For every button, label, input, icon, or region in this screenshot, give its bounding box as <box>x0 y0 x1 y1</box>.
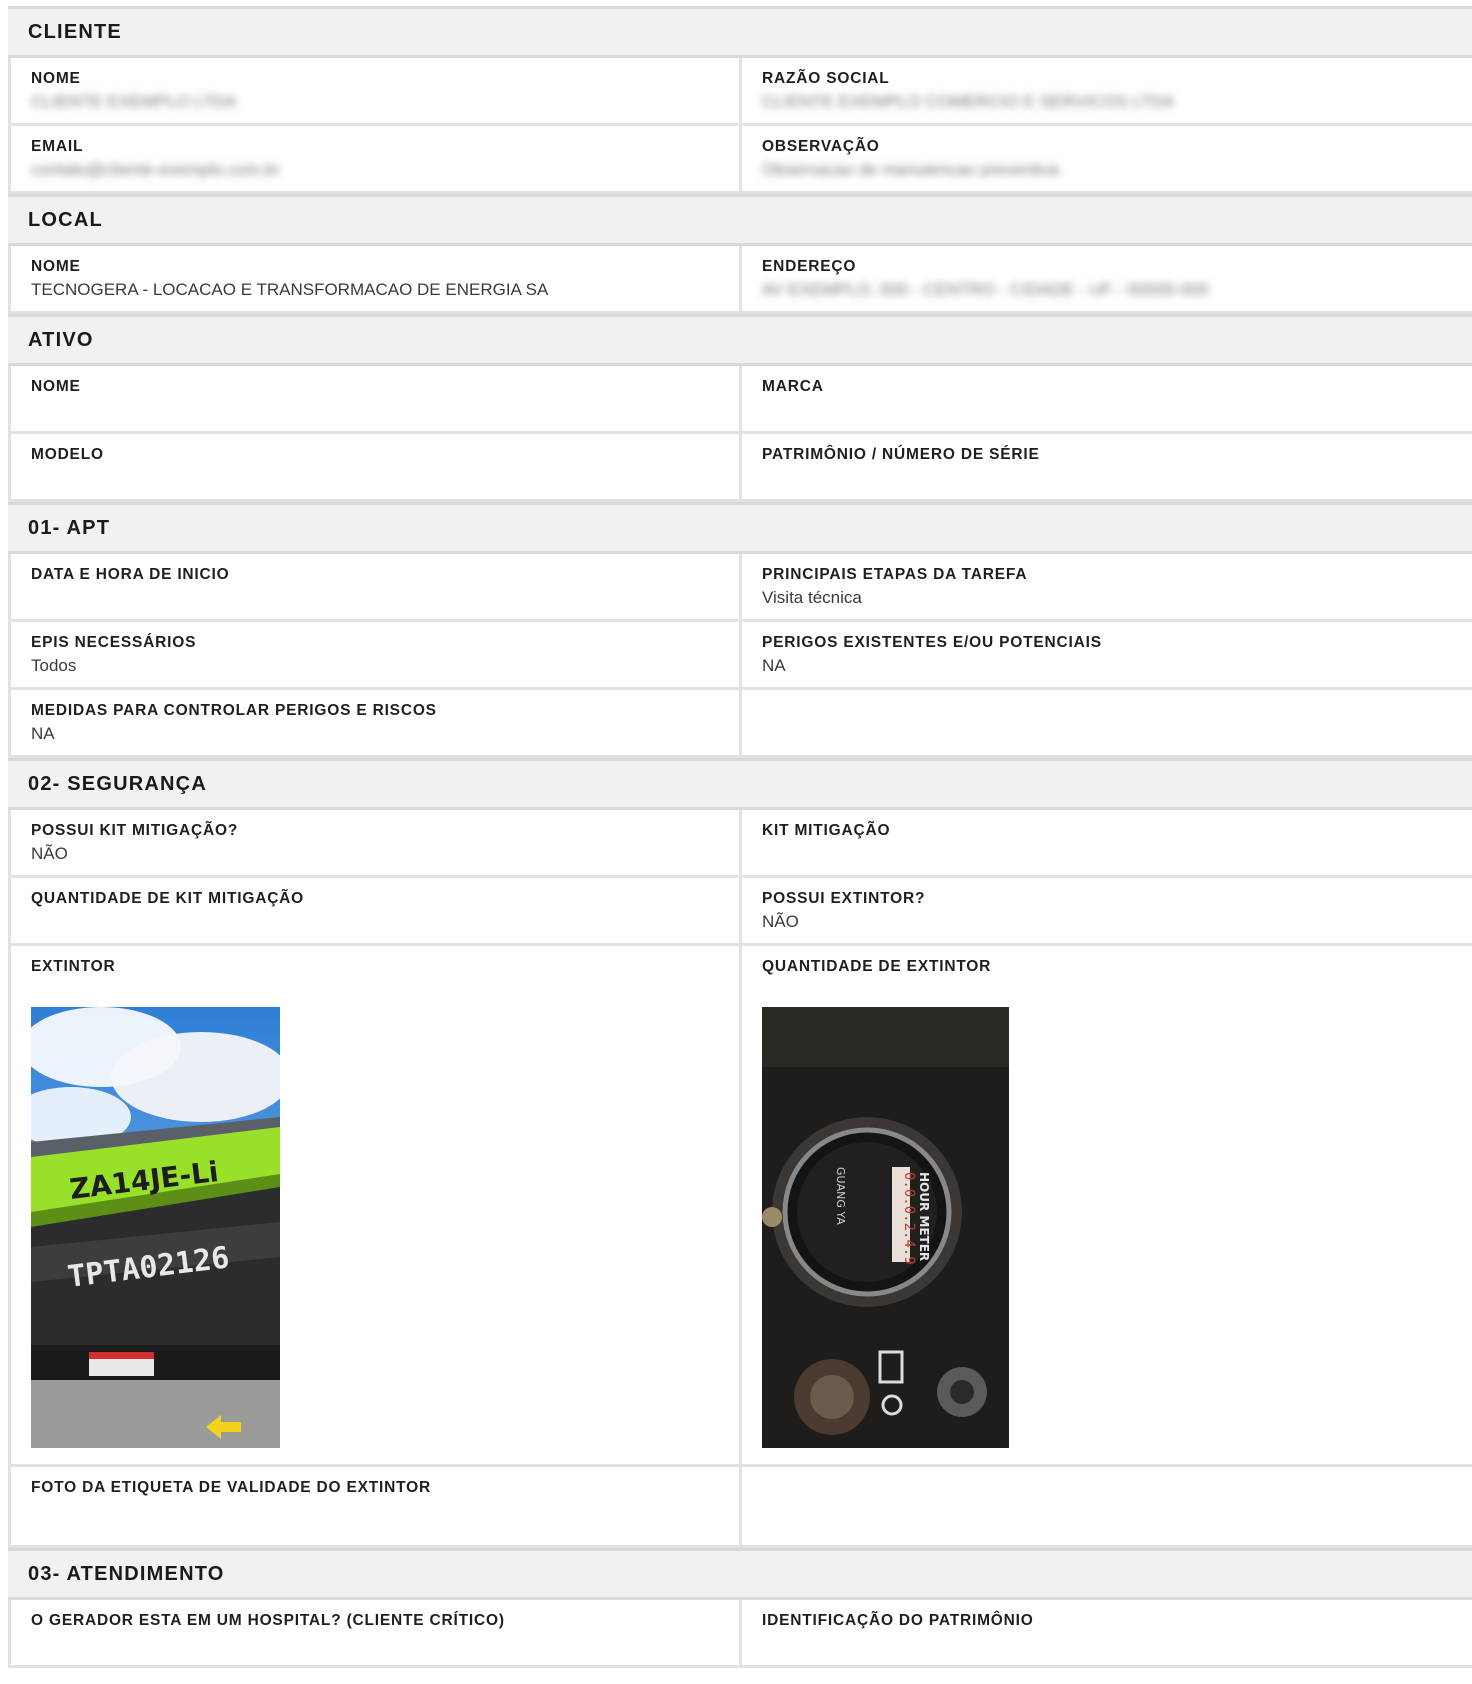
section-header-ativo: ATIVO <box>8 314 1472 366</box>
field-marca: MARCA <box>742 366 1472 431</box>
field-label: PERIGOS EXISTENTES E/OU POTENCIAIS <box>762 634 1102 651</box>
row: NOME CLIENTE EXEMPLO LTDA RAZÃO SOCIAL C… <box>8 58 1472 126</box>
field-label: QUANTIDADE DE KIT MITIGAÇÃO <box>31 890 305 907</box>
section-header-apt: 01- APT <box>8 502 1472 554</box>
report: CLIENTE NOME CLIENTE EXEMPLO LTDA RAZÃO … <box>8 6 1472 1668</box>
field-value: NA <box>762 656 786 675</box>
field-value: NÃO <box>762 912 799 931</box>
field-value: AV EXEMPLO, 000 - CENTRO - CIDADE - UF -… <box>762 280 1209 299</box>
field-label: EMAIL <box>31 138 84 155</box>
field-label: MODELO <box>31 446 104 463</box>
hour-meter-label: HOUR METER <box>917 1172 931 1261</box>
field-possui-kit: POSSUI KIT MITIGAÇÃO? NÃO <box>8 810 742 875</box>
field-possui-extintor: POSSUI EXTINTOR? NÃO <box>742 878 1472 943</box>
section-header-cliente: CLIENTE <box>8 6 1472 58</box>
field-label: PRINCIPAIS ETAPAS DA TAREFA <box>762 566 1028 583</box>
field-patrimonio: PATRIMÔNIO / NÚMERO DE SÉRIE <box>742 434 1472 499</box>
row: QUANTIDADE DE KIT MITIGAÇÃO POSSUI EXTIN… <box>8 878 1472 946</box>
row: EPIS NECESSÁRIOS Todos PERIGOS EXISTENTE… <box>8 622 1472 690</box>
hour-meter-brand: GUANG YA <box>834 1167 847 1225</box>
field-value: NÃO <box>31 844 68 863</box>
field-value: NA <box>31 724 55 743</box>
field-label: IDENTIFICAÇÃO DO PATRIMÔNIO <box>762 1612 1034 1629</box>
section-header-seguranca: 02- SEGURANÇA <box>8 758 1472 810</box>
field-modelo: MODELO <box>8 434 742 499</box>
row: MODELO PATRIMÔNIO / NÚMERO DE SÉRIE <box>8 434 1472 502</box>
field-value: TECNOGERA - LOCACAO E TRANSFORMACAO DE E… <box>31 280 549 299</box>
field-value: Visita técnica <box>762 588 862 607</box>
field-label: O GERADOR ESTA EM UM HOSPITAL? (CLIENTE … <box>31 1612 505 1629</box>
field-value <box>31 909 719 934</box>
hour-meter-reading: 0.0.0.2.4.9 <box>901 1172 917 1265</box>
field-label: RAZÃO SOCIAL <box>762 70 890 87</box>
field-value <box>762 1631 1454 1656</box>
field-foto-etiqueta: FOTO DA ETIQUETA DE VALIDADE DO EXTINTOR <box>8 1467 742 1545</box>
field-value: CLIENTE EXEMPLO COMERCIO E SERVICOS LTDA <box>762 92 1175 111</box>
section-header-atendimento: 03- ATENDIMENTO <box>8 1548 1472 1600</box>
row: EXTINTOR ZA14JE-Li TPTA02126 QUANTIDADE … <box>8 946 1472 1467</box>
hour-meter-photo[interactable]: 0.0.0.2.4.9 HOUR METER GUANG YA <box>762 1007 1009 1448</box>
field-label: QUANTIDADE DE EXTINTOR <box>762 958 992 975</box>
field-medidas: MEDIDAS PARA CONTROLAR PERIGOS E RISCOS … <box>8 690 742 755</box>
field-observacao: OBSERVAÇÃO Observacao de manutencao prev… <box>742 126 1472 191</box>
field-value <box>762 465 1454 490</box>
field-label: MARCA <box>762 378 824 395</box>
field-label: POSSUI EXTINTOR? <box>762 890 926 907</box>
row: FOTO DA ETIQUETA DE VALIDADE DO EXTINTOR <box>8 1467 1472 1548</box>
field-cliente-nome: NOME CLIENTE EXEMPLO LTDA <box>8 58 742 123</box>
empty-cell <box>742 1467 1472 1545</box>
field-perigos: PERIGOS EXISTENTES E/OU POTENCIAIS NA <box>742 622 1472 687</box>
row: MEDIDAS PARA CONTROLAR PERIGOS E RISCOS … <box>8 690 1472 758</box>
field-value: Observacao de manutencao preventiva <box>762 160 1059 179</box>
field-label: NOME <box>31 258 81 275</box>
field-endereco: ENDEREÇO AV EXEMPLO, 000 - CENTRO - CIDA… <box>742 246 1472 311</box>
field-extintor: EXTINTOR ZA14JE-Li TPTA02126 <box>8 946 742 1464</box>
field-value: Todos <box>31 656 77 675</box>
field-value <box>31 1631 719 1656</box>
extintor-photo[interactable]: ZA14JE-Li TPTA02126 <box>31 1007 280 1448</box>
machine-photo-image: ZA14JE-Li TPTA02126 <box>31 1007 280 1448</box>
field-qtd-extintor: QUANTIDADE DE EXTINTOR 0.0.0.2.4.9 HOUR … <box>742 946 1472 1464</box>
field-label: DATA E HORA DE INICIO <box>31 566 230 583</box>
row: NOME MARCA <box>8 366 1472 434</box>
field-kit-mitigacao: KIT MITIGAÇÃO <box>742 810 1472 875</box>
field-label: OBSERVAÇÃO <box>762 138 880 155</box>
field-value <box>31 1498 719 1523</box>
row: POSSUI KIT MITIGAÇÃO? NÃO KIT MITIGAÇÃO <box>8 810 1472 878</box>
empty-cell <box>742 690 1472 755</box>
row: NOME TECNOGERA - LOCACAO E TRANSFORMACAO… <box>8 246 1472 314</box>
field-email: EMAIL contato@cliente-exemplo.com.br <box>8 126 742 191</box>
row: EMAIL contato@cliente-exemplo.com.br OBS… <box>8 126 1472 194</box>
hour-meter-image: 0.0.0.2.4.9 HOUR METER GUANG YA <box>762 1007 1009 1448</box>
section-header-local: LOCAL <box>8 194 1472 246</box>
field-label: ENDEREÇO <box>762 258 857 275</box>
field-local-nome: NOME TECNOGERA - LOCACAO E TRANSFORMACAO… <box>8 246 742 311</box>
field-hospital: O GERADOR ESTA EM UM HOSPITAL? (CLIENTE … <box>8 1600 742 1665</box>
field-value <box>31 397 719 422</box>
field-razao-social: RAZÃO SOCIAL CLIENTE EXEMPLO COMERCIO E … <box>742 58 1472 123</box>
field-label: NOME <box>31 378 81 395</box>
field-label: EXTINTOR <box>31 958 116 975</box>
field-identificacao-patrimonio: IDENTIFICAÇÃO DO PATRIMÔNIO <box>742 1600 1472 1665</box>
field-value <box>762 841 1454 866</box>
field-value: CLIENTE EXEMPLO LTDA <box>31 92 237 111</box>
field-value: contato@cliente-exemplo.com.br <box>31 160 280 179</box>
field-epis: EPIS NECESSÁRIOS Todos <box>8 622 742 687</box>
field-value <box>762 397 1454 422</box>
field-label: POSSUI KIT MITIGAÇÃO? <box>31 822 239 839</box>
field-label: PATRIMÔNIO / NÚMERO DE SÉRIE <box>762 446 1040 463</box>
field-label: EPIS NECESSÁRIOS <box>31 634 197 651</box>
field-label: NOME <box>31 70 81 87</box>
field-label: MEDIDAS PARA CONTROLAR PERIGOS E RISCOS <box>31 702 437 719</box>
field-value <box>31 465 719 490</box>
row: DATA E HORA DE INICIO PRINCIPAIS ETAPAS … <box>8 554 1472 622</box>
field-etapas: PRINCIPAIS ETAPAS DA TAREFA Visita técni… <box>742 554 1472 619</box>
row: O GERADOR ESTA EM UM HOSPITAL? (CLIENTE … <box>8 1600 1472 1668</box>
field-ativo-nome: NOME <box>8 366 742 431</box>
field-data-inicio: DATA E HORA DE INICIO <box>8 554 742 619</box>
field-label: FOTO DA ETIQUETA DE VALIDADE DO EXTINTOR <box>31 1479 431 1496</box>
field-qtd-kit: QUANTIDADE DE KIT MITIGAÇÃO <box>8 878 742 943</box>
field-value <box>31 585 719 610</box>
field-label: KIT MITIGAÇÃO <box>762 822 891 839</box>
